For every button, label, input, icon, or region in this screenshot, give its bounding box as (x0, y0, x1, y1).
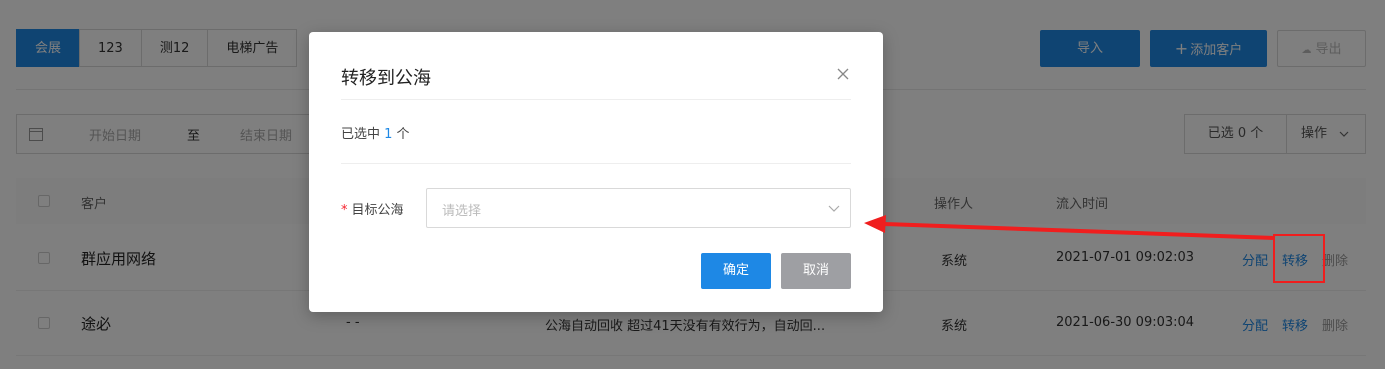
modal-title: 转移到公海 (341, 68, 431, 89)
selected-suffix: 个 (392, 127, 410, 142)
transfer-modal: 转移到公海 已选中 1 个 * 目标公海 请选择 确定 取消 (309, 32, 883, 312)
target-sea-label-text: 目标公海 (351, 203, 404, 218)
selected-info: 已选中 1 个 (341, 123, 410, 142)
target-sea-select[interactable]: 请选择 (426, 188, 851, 228)
target-sea-label: * 目标公海 (341, 199, 404, 218)
divider (341, 163, 851, 164)
annotation-arrow (864, 215, 1276, 240)
cancel-button[interactable]: 取消 (781, 253, 851, 289)
chevron-down-icon (828, 205, 840, 212)
divider (341, 99, 851, 100)
confirm-button[interactable]: 确定 (701, 253, 771, 289)
selected-prefix: 已选中 (341, 127, 385, 142)
select-placeholder: 请选择 (442, 204, 482, 219)
required-mark: * (341, 203, 348, 218)
annotation-highlight-box (1273, 234, 1325, 283)
close-icon[interactable] (835, 66, 851, 82)
